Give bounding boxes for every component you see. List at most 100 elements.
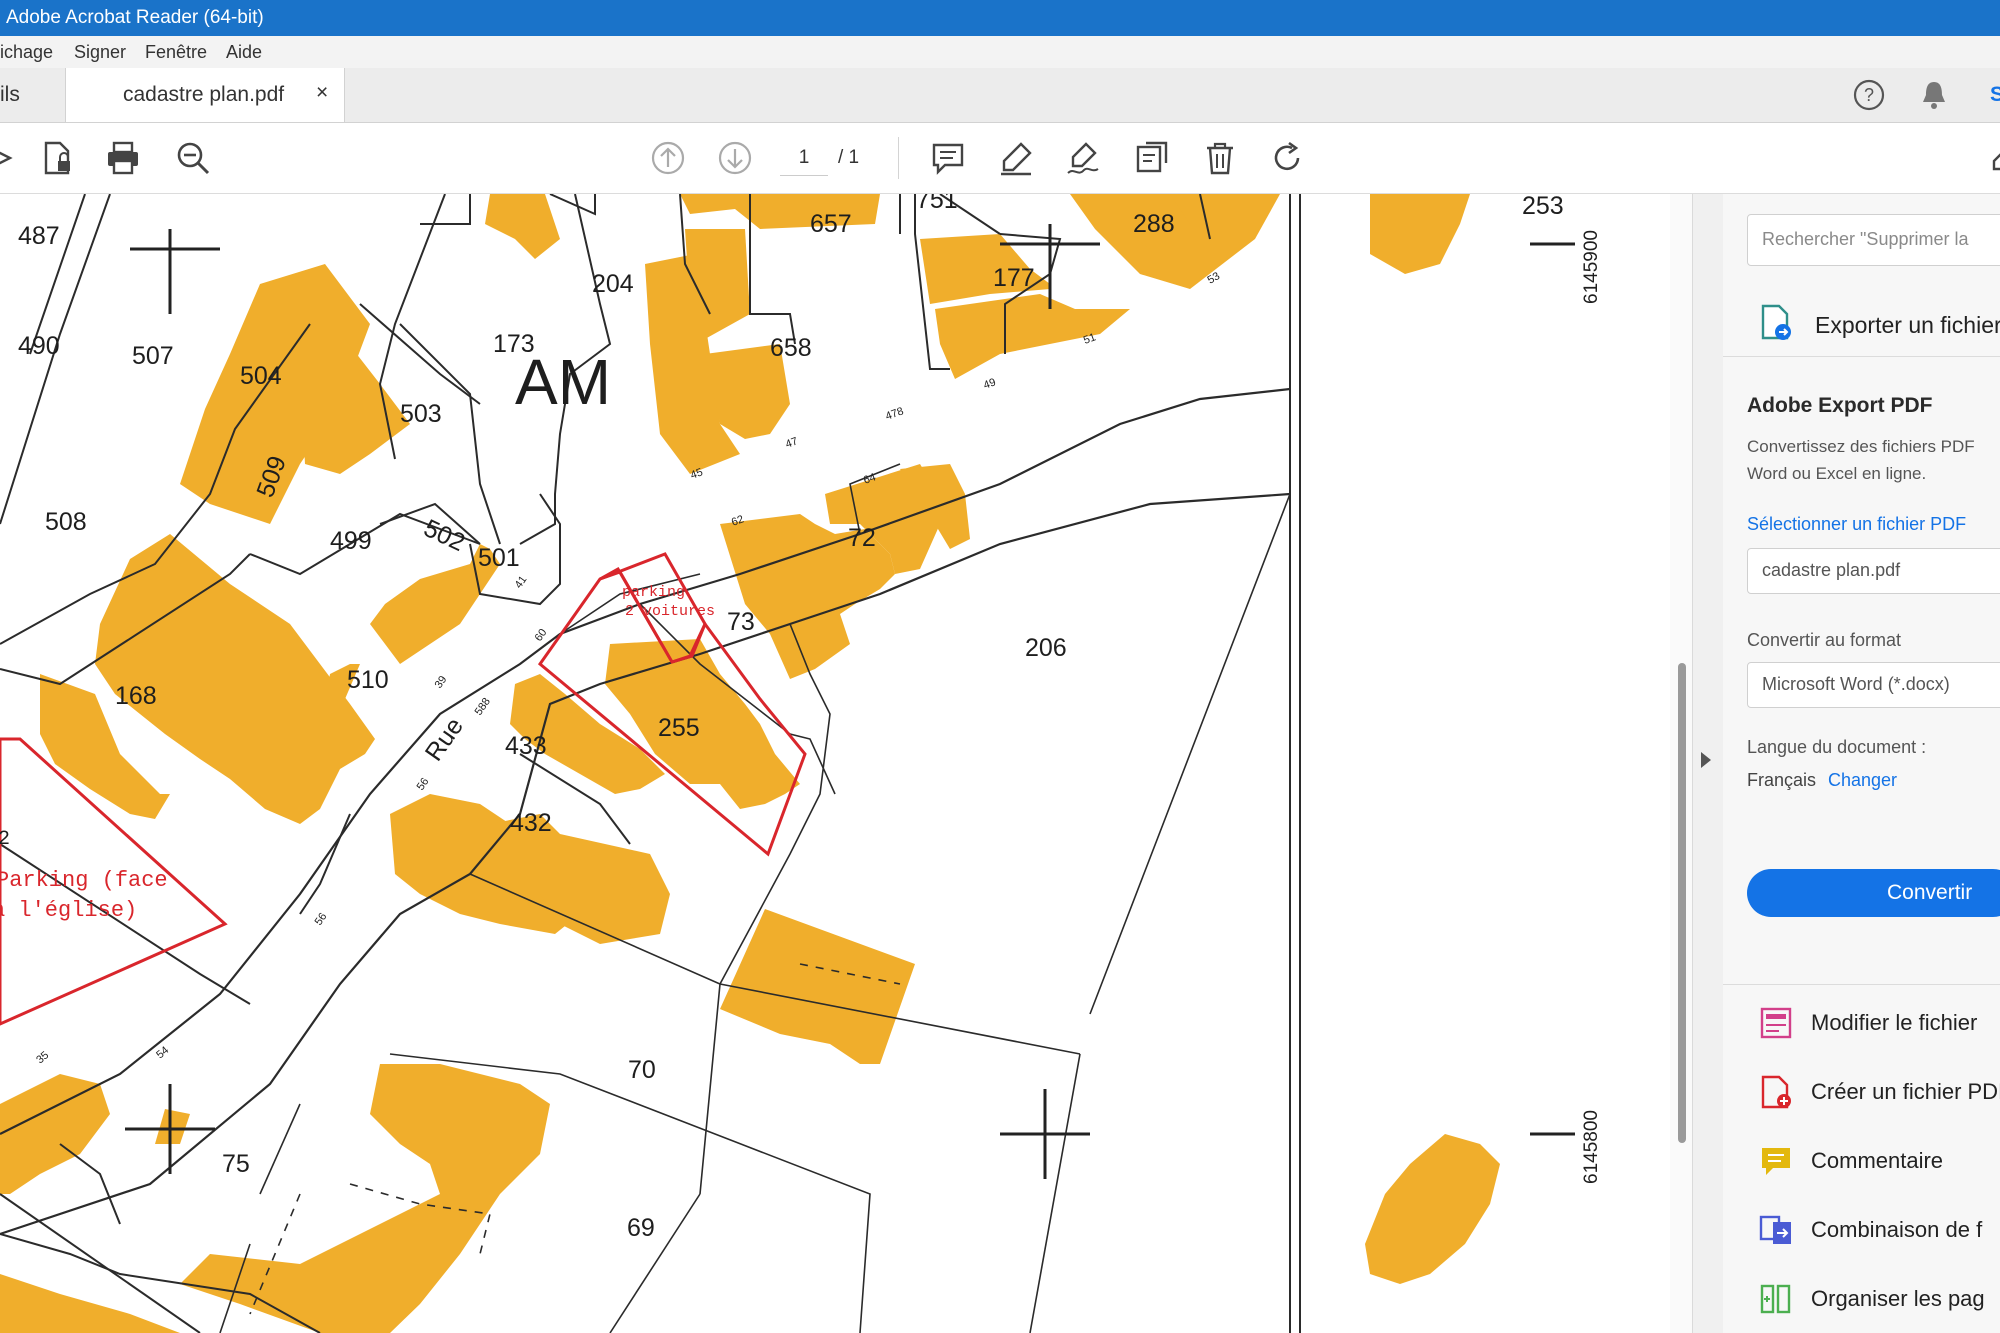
tool-comment[interactable]: Commentaire xyxy=(1723,1132,2000,1188)
tab-tools[interactable]: ils xyxy=(0,68,64,122)
main-toolbar: 1 / 1 xyxy=(0,123,2000,194)
create-pdf-icon xyxy=(1761,1075,1791,1109)
export-description-1: Convertissez des fichiers PDF xyxy=(1747,437,1975,456)
combine-files-icon xyxy=(1759,1215,1791,1244)
tool-organize-label: Organiser les pag xyxy=(1811,1286,1985,1311)
parcel-168: 168 xyxy=(115,682,157,710)
panel-divider-2 xyxy=(1723,984,2000,985)
menu-aide[interactable]: Aide xyxy=(226,42,262,63)
print-icon[interactable] xyxy=(100,135,146,181)
menu-signer[interactable]: Signer xyxy=(74,42,126,63)
sign-pen-icon[interactable] xyxy=(1060,135,1106,181)
format-select-value: Microsoft Word (*.docx) xyxy=(1762,674,1950,694)
edit-pdf-icon xyxy=(1760,1007,1792,1039)
menu-bar: ichage Signer Fenêtre Aide xyxy=(0,36,2000,69)
panel-divider xyxy=(1723,356,2000,357)
parking-small-line2: 2 voitures xyxy=(625,603,715,620)
mark-588: 588 xyxy=(473,696,493,718)
parcel-70: 70 xyxy=(628,1056,656,1084)
edit-tool-icon[interactable] xyxy=(1980,135,2000,181)
parcel-75: 75 xyxy=(222,1150,250,1178)
document-language-label: Langue du document : xyxy=(1747,737,1927,757)
cadastre-map: 487 490 507 504 509 503 173 204 657 751 … xyxy=(0,194,1602,1333)
parcel-508: 508 xyxy=(45,508,87,536)
help-icon[interactable]: ? xyxy=(1852,78,1886,112)
organize-pages-icon xyxy=(1760,1284,1791,1314)
parcel-751: 751 xyxy=(916,194,958,214)
window-titlebar: Adobe Acrobat Reader (64-bit) xyxy=(0,0,2000,36)
mark-35: 35 xyxy=(34,1049,51,1066)
parcel-288: 288 xyxy=(1133,210,1175,238)
parcel-73: 73 xyxy=(727,608,755,636)
parcel-507: 507 xyxy=(132,342,174,370)
grid-coord-bottom: 6145800 xyxy=(1581,1110,1602,1184)
parcel-490: 490 xyxy=(18,332,60,360)
mark-478: 478 xyxy=(884,405,905,423)
parcel-72: 72 xyxy=(848,524,876,552)
parcel-657: 657 xyxy=(810,210,852,238)
account-initial[interactable]: S xyxy=(1990,83,2000,107)
street-label: Rue xyxy=(420,713,469,767)
parcel-432: 432 xyxy=(510,809,552,837)
tab-close-icon[interactable]: × xyxy=(316,81,328,105)
share-icon[interactable] xyxy=(0,135,28,181)
rotate-icon[interactable] xyxy=(1264,135,1310,181)
comment-icon[interactable] xyxy=(925,135,971,181)
search-tools-input[interactable]: Rechercher "Supprimer la xyxy=(1747,214,2000,266)
mark-49: 49 xyxy=(982,376,998,391)
parking-small-line1: parking xyxy=(622,584,685,601)
parcel-69: 69 xyxy=(627,1214,655,1242)
grid-coord-top: 6145900 xyxy=(1581,230,1602,304)
tool-combine[interactable]: Combinaison de f xyxy=(1723,1201,2000,1257)
change-language-link[interactable]: Changer xyxy=(1828,770,1897,791)
format-select[interactable]: Microsoft Word (*.docx) xyxy=(1747,662,2000,708)
page-up-icon[interactable] xyxy=(645,135,691,181)
mark-41: 41 xyxy=(513,574,530,591)
parcel-206: 206 xyxy=(1025,634,1067,662)
toolbar-divider xyxy=(898,137,899,179)
mark-39: 39 xyxy=(433,674,450,691)
document-language-value: Français xyxy=(1747,770,1817,790)
mark-54: 54 xyxy=(154,1044,171,1061)
document-view[interactable]: 487 490 507 504 509 503 173 204 657 751 … xyxy=(0,194,1670,1333)
right-tools-panel: Rechercher "Supprimer la Exporter un fic… xyxy=(1723,194,2000,1333)
parcel-487: 487 xyxy=(18,222,60,250)
mark-47: 47 xyxy=(784,435,800,450)
parking-large-line2: à l'église) xyxy=(0,898,137,923)
parcel-504: 504 xyxy=(240,362,282,390)
selected-file-field[interactable]: cadastre plan.pdf xyxy=(1747,548,2000,594)
menu-affichage[interactable]: ichage xyxy=(0,42,53,63)
scrollbar-thumb[interactable] xyxy=(1678,663,1686,1143)
collapse-arrow-icon[interactable] xyxy=(1701,752,1711,768)
document-lock-icon[interactable] xyxy=(34,135,80,181)
tool-create-pdf[interactable]: Créer un fichier PDF xyxy=(1723,1063,2000,1119)
parcel-253: 253 xyxy=(1522,194,1564,220)
svg-text:?: ? xyxy=(1864,85,1874,105)
page-number-input[interactable]: 1 xyxy=(780,141,828,176)
page-down-icon[interactable] xyxy=(712,135,758,181)
mark-56-lower: 56 xyxy=(313,911,330,928)
export-section-title: Adobe Export PDF xyxy=(1747,394,1933,417)
parcel-177: 177 xyxy=(993,264,1035,292)
parcel-510: 510 xyxy=(347,666,389,694)
page-total: / 1 xyxy=(838,147,860,168)
export-file-link[interactable]: Exporter un fichier xyxy=(1815,312,2000,339)
menu-fenetre[interactable]: Fenêtre xyxy=(145,42,207,63)
section-code-label: AM xyxy=(515,346,611,418)
delete-icon[interactable] xyxy=(1197,135,1243,181)
export-pdf-icon[interactable] xyxy=(1759,304,1793,342)
select-pdf-link[interactable]: Sélectionner un fichier PDF xyxy=(1747,514,1966,535)
tool-edit-pdf[interactable]: Modifier le fichier xyxy=(1723,994,2000,1050)
export-description-2: Word ou Excel en ligne. xyxy=(1747,464,1927,483)
parcel-503: 503 xyxy=(400,400,442,428)
parking-large-line1: Parking (face xyxy=(0,868,168,893)
tool-organize[interactable]: Organiser les pag xyxy=(1723,1270,2000,1326)
bell-icon[interactable] xyxy=(1918,78,1950,112)
zoom-out-icon[interactable] xyxy=(170,135,216,181)
selected-file-value: cadastre plan.pdf xyxy=(1762,560,1901,580)
parcel-658: 658 xyxy=(770,334,812,362)
tab-document[interactable]: cadastre plan.pdf × xyxy=(65,68,345,122)
stamp-icon[interactable] xyxy=(1128,135,1174,181)
highlight-icon[interactable] xyxy=(993,135,1039,181)
convert-button[interactable]: Convertir xyxy=(1747,869,2000,917)
